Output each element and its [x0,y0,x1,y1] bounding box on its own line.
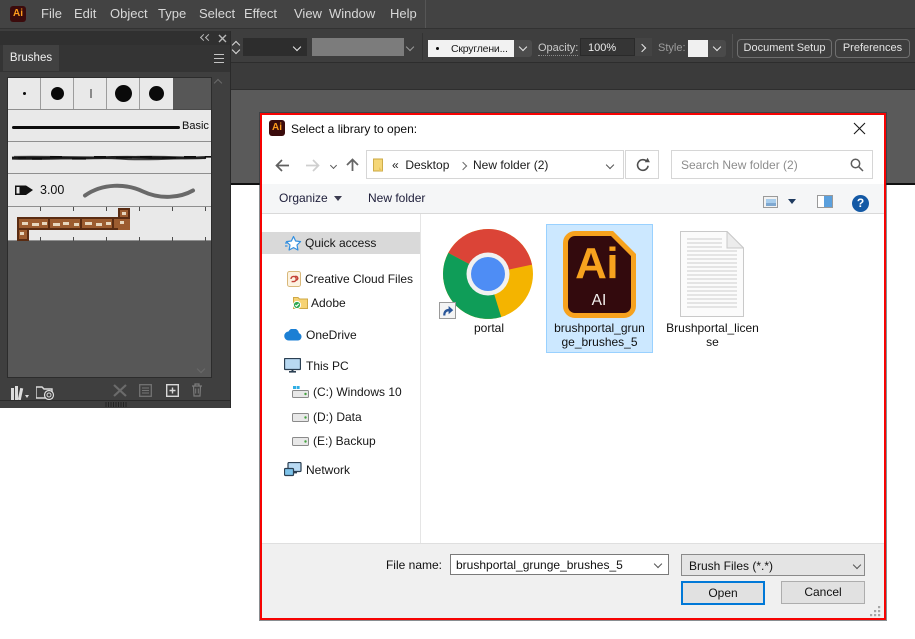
svg-text:AI: AI [592,292,607,309]
svg-text:i: i [606,239,618,288]
svg-text:A: A [575,239,607,288]
